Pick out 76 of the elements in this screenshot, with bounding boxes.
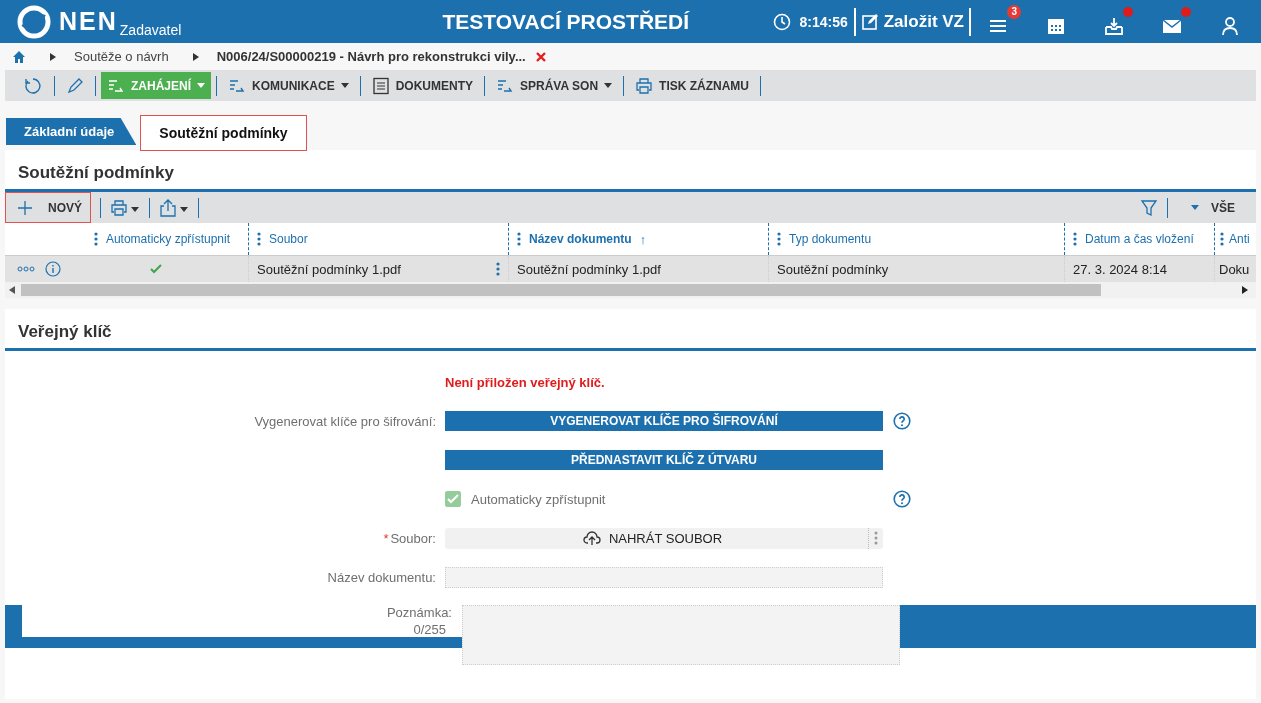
breadcrumb-link[interactable]: Soutěže o návrh xyxy=(74,49,169,64)
document-icon xyxy=(371,76,390,95)
printer-icon xyxy=(635,76,654,95)
edit-icon xyxy=(860,12,879,31)
home-icon[interactable] xyxy=(12,49,26,64)
column-header[interactable]: Automaticky zpřístupnit xyxy=(5,223,248,255)
field-label: Název dokumentu: xyxy=(326,569,437,585)
chevron-icon xyxy=(50,52,56,61)
filter-dropdown[interactable]: VŠE xyxy=(1185,199,1241,216)
generate-keys-button[interactable]: VYGENEROVAT KLÍČE PRO ŠIFROVÁNÍ xyxy=(445,411,883,431)
caret-icon xyxy=(340,83,349,88)
required-mark: * xyxy=(383,530,389,546)
menu-icon[interactable]: 3 xyxy=(985,4,1021,39)
kebab-icon xyxy=(1220,232,1224,246)
cloud-upload-icon xyxy=(582,530,601,546)
scroll-right-icon[interactable] xyxy=(1242,286,1248,294)
caret-icon xyxy=(197,83,205,88)
kebab-icon xyxy=(777,232,781,246)
logo-subtitle: Zadavatel xyxy=(119,21,182,38)
create-button[interactable]: Založit VZ xyxy=(855,11,969,32)
workflow-icon xyxy=(107,77,125,94)
breadcrumb-link[interactable]: N006/24/S00000219 - Návrh pro rekonstrukci vily... xyxy=(216,49,526,64)
user-glyph-icon xyxy=(1219,14,1241,37)
toolbar-button[interactable]: KOMUNIKACE xyxy=(222,72,355,99)
horizontal-scrollbar[interactable] xyxy=(5,282,1256,298)
clock-time: 8:14:56 xyxy=(799,13,848,30)
field-label: Poznámka: xyxy=(386,605,452,620)
toolbar-button[interactable]: SPRÁVA SON xyxy=(490,72,619,99)
kebab-icon[interactable] xyxy=(874,531,878,545)
kebab-icon xyxy=(93,232,98,246)
caret-icon xyxy=(604,83,613,88)
tab[interactable]: Základní údaje xyxy=(6,118,137,145)
section-title: Veřejný klíč xyxy=(5,309,1256,351)
print-icon[interactable] xyxy=(110,198,140,217)
environment-title: TESTOVACÍ PROSTŘEDÍ xyxy=(441,9,691,34)
tab[interactable]: Soutěžní podmínky xyxy=(140,115,307,151)
field-label: Soubor: xyxy=(390,530,436,546)
kebab-icon xyxy=(257,232,261,246)
export-icon[interactable] xyxy=(159,198,189,217)
toolbar-button[interactable]: TISK ZÁZNAMU xyxy=(629,72,756,99)
scroll-left-icon[interactable] xyxy=(9,286,15,294)
workflow-icon xyxy=(228,77,246,94)
toolbar-button[interactable]: DOKUMENTY xyxy=(365,72,480,99)
table-cell: 27. 3. 2024 8:14 xyxy=(1073,261,1167,277)
preset-key-button[interactable]: PŘEDNASTAVIT KLÍČ Z ÚTVARU xyxy=(445,450,883,470)
field-label: Vygenerovat klíče pro šifrování: xyxy=(253,413,437,429)
new-button[interactable]: NOVÝ xyxy=(5,192,91,223)
more-icon[interactable] xyxy=(17,266,35,272)
character-counter: 0/255 xyxy=(413,622,447,637)
logo-icon xyxy=(17,4,51,39)
chevron-icon xyxy=(192,52,199,61)
plus-icon xyxy=(16,198,34,217)
document-name-field[interactable] xyxy=(445,566,883,588)
workflow-icon xyxy=(496,77,515,94)
info-icon[interactable] xyxy=(45,261,61,277)
refresh-icon[interactable] xyxy=(23,75,43,96)
filter-icon[interactable] xyxy=(1140,198,1158,217)
kebab-icon[interactable] xyxy=(496,262,500,276)
caret-icon xyxy=(1191,205,1199,210)
table-cell: Soutěžní podmínky 1.pdf xyxy=(257,261,401,277)
clock-icon xyxy=(773,12,792,31)
kebab-icon xyxy=(517,232,521,246)
table-cell: Soutěžní podmínky xyxy=(777,261,889,277)
checkbox-label: Automaticky zpřístupnit xyxy=(471,491,606,507)
logo-text: NEN xyxy=(59,7,118,36)
help-icon[interactable] xyxy=(893,490,911,508)
table-cell: Soutěžní podmínky 1.pdf xyxy=(517,261,661,277)
error-message: Není přiložen veřejný klíč. xyxy=(445,374,605,390)
table-cell: Doku xyxy=(1219,261,1250,277)
note-field[interactable] xyxy=(462,605,900,665)
upload-field[interactable]: NAHRÁT SOUBOR xyxy=(445,527,883,549)
close-icon[interactable] xyxy=(535,51,546,62)
kebab-icon xyxy=(1073,232,1077,246)
help-icon[interactable] xyxy=(893,412,911,430)
count-badge: 3 xyxy=(1007,4,1021,19)
pencil-icon[interactable] xyxy=(66,76,84,95)
